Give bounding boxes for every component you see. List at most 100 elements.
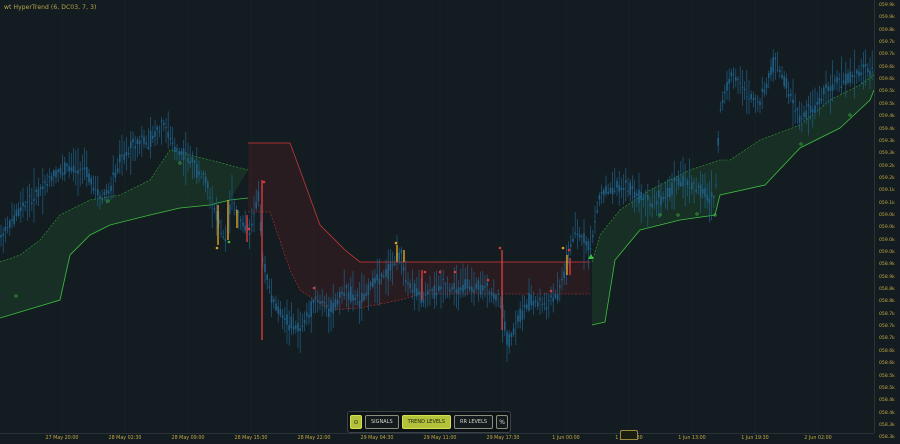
candle-body xyxy=(574,232,576,234)
candle-body xyxy=(119,154,121,163)
candle-body xyxy=(741,87,744,89)
candle-body xyxy=(31,202,33,205)
candle-body xyxy=(812,109,814,113)
candle-body xyxy=(2,233,4,236)
candle-body xyxy=(422,299,425,303)
candle-body xyxy=(818,97,821,105)
candle-body xyxy=(242,222,244,227)
candle-body xyxy=(125,151,128,156)
trend-bands xyxy=(0,70,875,326)
rr-levels-button[interactable]: RR LEVELS xyxy=(454,415,494,429)
price-axis-label: 059.6k xyxy=(879,77,895,83)
price-axis-label: 058.5k xyxy=(879,373,895,379)
toggle-visibility-button[interactable]: ⊙ xyxy=(350,415,362,429)
candle-body xyxy=(757,101,759,103)
candle-body xyxy=(530,295,532,306)
candle-body xyxy=(779,70,781,73)
candle-body xyxy=(424,294,427,296)
price-axis-label: 059.0k xyxy=(879,250,895,255)
candle-body xyxy=(534,300,537,302)
candle-body xyxy=(453,283,455,290)
candle-body xyxy=(20,207,22,212)
candle-body xyxy=(97,189,99,196)
candle-body xyxy=(435,293,438,296)
candle-body xyxy=(706,194,708,201)
candle-body xyxy=(429,289,431,291)
candle-body xyxy=(116,168,119,172)
candle-body xyxy=(616,180,618,188)
candle-body xyxy=(592,235,594,238)
candle-body xyxy=(176,148,178,151)
candle-body xyxy=(365,292,367,296)
candle-body xyxy=(308,315,310,318)
candle-body xyxy=(325,304,328,308)
scroll-anchor-icon[interactable] xyxy=(620,430,638,440)
candle-body xyxy=(783,75,785,86)
candle-body xyxy=(829,86,832,91)
candle-body xyxy=(631,186,634,190)
candle-body xyxy=(506,331,508,345)
candle-body xyxy=(864,63,867,67)
candle-body xyxy=(187,157,189,163)
candle-body xyxy=(691,182,693,190)
candle-body xyxy=(862,64,865,68)
candle-body xyxy=(748,98,750,100)
candle-body xyxy=(611,187,614,195)
candle-body xyxy=(185,151,187,154)
candle-body xyxy=(708,198,711,204)
price-axis-label: 059.1k xyxy=(879,188,895,194)
candle-body xyxy=(752,98,755,101)
candle-body xyxy=(154,131,156,137)
candle-body xyxy=(473,289,475,293)
candle-body xyxy=(411,289,414,292)
candle-body xyxy=(339,292,341,298)
candle-body xyxy=(805,110,807,119)
candle-body xyxy=(807,103,810,107)
candle-body xyxy=(328,308,330,317)
candle-body xyxy=(713,196,715,199)
candle-body xyxy=(629,182,631,195)
candle-body xyxy=(363,294,365,301)
candle-body xyxy=(44,181,46,184)
candle-body xyxy=(103,192,106,195)
price-axis-label: 058.7k xyxy=(879,324,895,330)
candle-body xyxy=(372,278,374,288)
candle-body xyxy=(482,285,484,291)
trend-levels-button[interactable]: TREND LEVELS xyxy=(401,415,452,429)
candle-body xyxy=(323,301,326,304)
candle-body xyxy=(816,102,818,105)
price-axis[interactable]: 059.9k 059.9k 059.8k 059.7k 059.7k 059.6k 059.… xyxy=(874,0,900,440)
candle-body xyxy=(251,223,253,226)
candle-body xyxy=(0,235,2,238)
time-axis-label: 29 May 04:30 xyxy=(360,436,394,441)
candle-body xyxy=(13,215,15,224)
price-axis-label: 059.5k xyxy=(879,101,895,107)
candle-body xyxy=(600,192,603,194)
price-axis-label: 059.9k xyxy=(879,3,895,8)
candle-body xyxy=(83,167,86,170)
candle-body xyxy=(772,57,774,73)
candle-body xyxy=(836,77,838,83)
candle-body xyxy=(794,110,796,112)
candle-body xyxy=(594,221,596,223)
candle-body xyxy=(182,148,185,161)
candle-body xyxy=(394,263,396,266)
candle-body xyxy=(253,213,255,215)
price-chart[interactable] xyxy=(0,0,900,443)
candle-body xyxy=(666,187,669,197)
candle-body xyxy=(649,203,651,206)
time-axis[interactable]: 27 May 20:00 28 May 02:30 28 May 09:00 28 M… xyxy=(0,433,874,444)
price-axis-label: 058.5k xyxy=(879,385,895,391)
candle-body xyxy=(130,141,132,149)
candle-body xyxy=(640,191,642,201)
candle-body xyxy=(702,189,704,194)
candle-body xyxy=(156,126,158,131)
signals-button[interactable]: SIGNALS xyxy=(365,415,399,429)
candle-body xyxy=(688,187,691,189)
candle-body xyxy=(521,310,524,320)
percent-button[interactable]: % xyxy=(496,415,509,429)
candle-body xyxy=(334,299,337,308)
candle-body xyxy=(160,120,163,122)
candle-body xyxy=(585,241,587,246)
candle-body xyxy=(35,189,37,192)
